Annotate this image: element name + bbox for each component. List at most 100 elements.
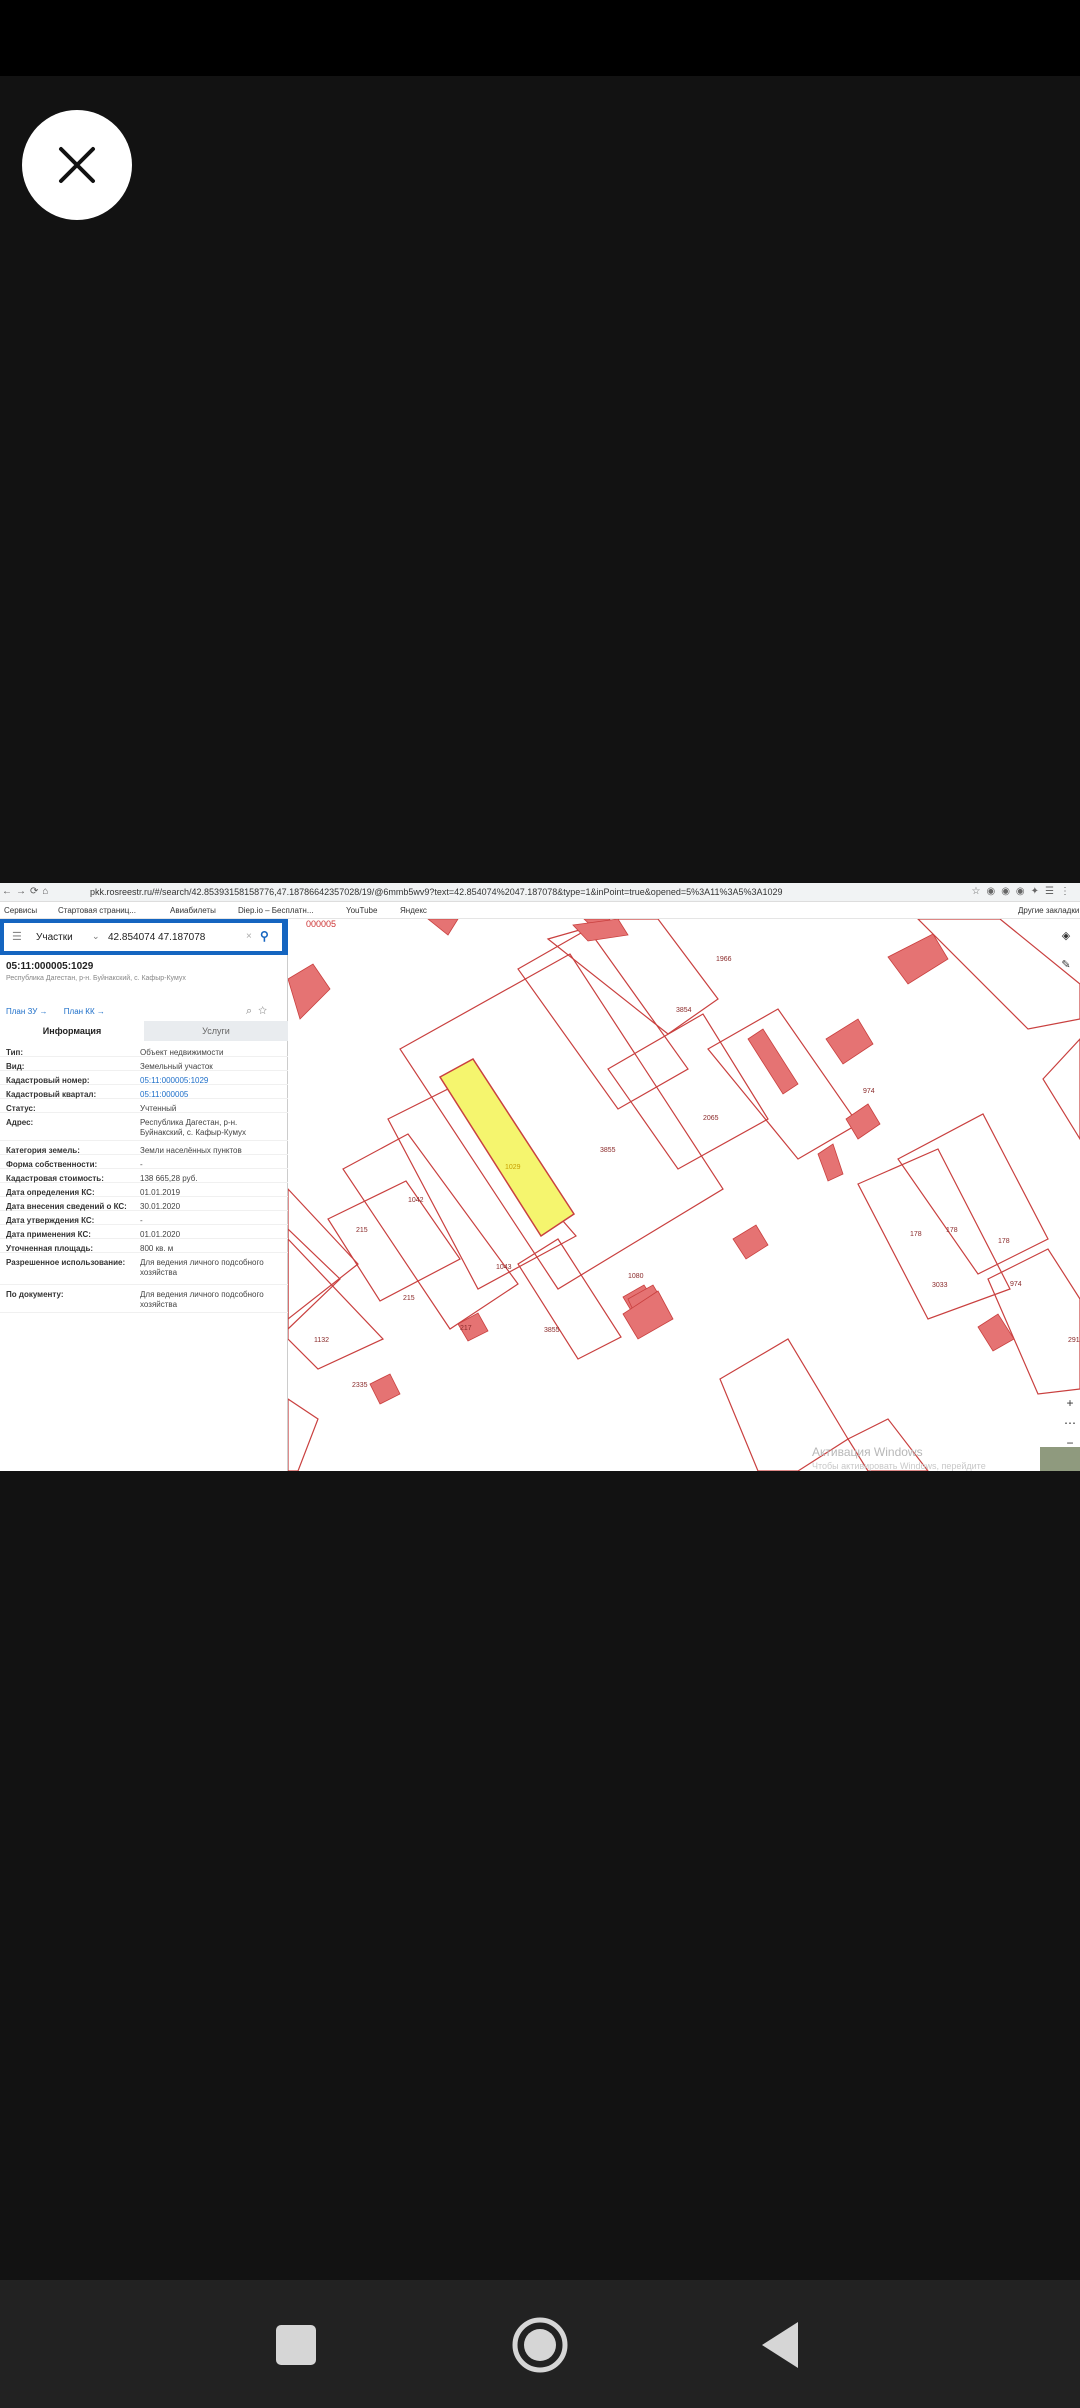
- parcel-label: 215: [403, 1295, 415, 1302]
- bookmark-youtube[interactable]: YouTube: [346, 906, 377, 915]
- tab-info[interactable]: Информация: [0, 1021, 144, 1041]
- bookmark-other[interactable]: Другие закладки: [1018, 906, 1079, 915]
- parcel-178[interactable]: [897, 1113, 1049, 1275]
- building-6[interactable]: [845, 1103, 881, 1140]
- bookmark-services[interactable]: Сервисы: [4, 906, 37, 915]
- parcel-label: 178: [946, 1227, 958, 1234]
- info-row: Дата применения КС: 01.01.2020: [0, 1225, 288, 1239]
- close-button[interactable]: [22, 110, 132, 220]
- building-15[interactable]: [977, 1313, 1015, 1352]
- info-row-key: По документу:: [6, 1290, 64, 1299]
- building-8[interactable]: [732, 1224, 769, 1260]
- info-row-key: Кадастровая стоимость:: [6, 1174, 104, 1183]
- info-row: Дата определения КС: 01.01.2019: [0, 1183, 288, 1197]
- parcel-1132[interactable]: [288, 1188, 359, 1320]
- bookmark-diep[interactable]: Diep.io – Бесплатн...: [238, 906, 314, 915]
- zoom-mid-button[interactable]: ⋯: [1062, 1413, 1078, 1433]
- bookmark-yandex[interactable]: Яндекс: [400, 906, 427, 915]
- building-1[interactable]: [427, 919, 459, 936]
- browser-nav-icons[interactable]: ←→⟳⌂: [2, 886, 52, 897]
- bookmark-avia[interactable]: Авиабилеты: [170, 906, 216, 915]
- layers-icon[interactable]: ◈: [1056, 929, 1076, 942]
- info-panel: ☰ Участки ⌄ 42.854074 47.187078 × ⚲ ‹ 05…: [0, 919, 296, 1471]
- parcel-bottom-left[interactable]: [288, 1398, 319, 1471]
- info-row: Уточненная площадь: 800 кв. м: [0, 1239, 288, 1253]
- zoom-controls: + ⋯ −: [1062, 1393, 1078, 1453]
- parcel-3855[interactable]: [399, 953, 724, 1290]
- parcel-215-b[interactable]: [327, 1180, 461, 1302]
- info-row: Кадастровая стоимость: 138 665,28 руб.: [0, 1169, 288, 1183]
- satellite-thumbnail[interactable]: [1040, 1447, 1080, 1471]
- parcel-title: 05:11:000005:1029: [6, 961, 94, 972]
- info-table: Тип: Объект недвижимости Вид: Земельный уча…: [0, 1043, 288, 1313]
- info-row-key: Дата внесения сведений о КС:: [6, 1202, 127, 1211]
- plan-kk-link[interactable]: План КК →: [64, 1007, 105, 1016]
- cadastral-map[interactable]: 1029 1043 1042 3855 215 215 1132 217 2335 3855 108…: [288, 919, 1080, 1471]
- zoom-in-button[interactable]: +: [1062, 1393, 1078, 1413]
- search-icon[interactable]: ⚲: [260, 929, 269, 943]
- parcel-right[interactable]: [1042, 1038, 1080, 1141]
- info-row: Статус: Учтенный: [0, 1099, 288, 1113]
- parcel-217[interactable]: [288, 1238, 385, 1370]
- map-canvas[interactable]: 1029 1043 1042 3855 215 215 1132 217 2335 3855 108…: [288, 919, 1080, 1471]
- info-row-key: Разрешенное использование:: [6, 1258, 126, 1267]
- parcel-label: 2065: [703, 1115, 719, 1122]
- parcel-215-a[interactable]: [342, 1133, 519, 1330]
- info-row: Форма собственности: -: [0, 1155, 288, 1169]
- parcel-974-a[interactable]: [857, 1148, 1011, 1320]
- parcel-1080[interactable]: [546, 919, 719, 1035]
- android-nav-bar: [0, 2280, 1080, 2408]
- ruler-icon[interactable]: ✎: [1056, 958, 1076, 971]
- info-row: Кадастровый номер: 05:11:000005:1029: [0, 1071, 288, 1085]
- home-circle-icon: [512, 2317, 568, 2373]
- parcel-2335[interactable]: [517, 1238, 622, 1360]
- plan-zu-link[interactable]: План ЗУ →: [6, 1007, 48, 1016]
- parcel-label: 974: [1010, 1281, 1022, 1288]
- building-14[interactable]: [369, 1373, 401, 1405]
- recents-button[interactable]: [256, 2310, 336, 2380]
- info-row: Адрес: Республика Дагестан, р-н. Буйнакск…: [0, 1113, 288, 1141]
- building-12[interactable]: [747, 1028, 799, 1095]
- info-row: По документу: Для ведения личного подсобн…: [0, 1285, 288, 1313]
- bookmarks-bar: Сервисы Стартовая страниц... Авиабилеты …: [0, 902, 1080, 919]
- search-input[interactable]: 42.854074 47.187078: [108, 932, 205, 943]
- parcel-3854[interactable]: [607, 1013, 769, 1170]
- url-text[interactable]: pkk.rosreestr.ru/#/search/42.85393158158…: [90, 887, 783, 897]
- search-box[interactable]: ☰ Участки ⌄ 42.854074 47.187078 × ⚲: [4, 923, 282, 951]
- chevron-down-icon[interactable]: ⌄: [92, 931, 100, 942]
- info-row-key: Категория земель:: [6, 1146, 80, 1155]
- home-button[interactable]: [500, 2310, 580, 2380]
- back-button[interactable]: [740, 2310, 820, 2380]
- parcel-label: 1132: [314, 1337, 329, 1344]
- bookmark-start[interactable]: Стартовая страниц...: [58, 906, 136, 915]
- zoom-to-icon[interactable]: ⌕: [246, 1005, 258, 1017]
- building-3[interactable]: [572, 919, 629, 942]
- panel-tabs: Информация Услуги: [0, 1021, 288, 1041]
- info-row-key: Уточненная площадь:: [6, 1244, 94, 1253]
- info-row-key: Тип:: [6, 1048, 23, 1057]
- building-0[interactable]: [288, 963, 331, 1020]
- back-triangle-icon: [762, 2322, 798, 2368]
- parcel-label: 974: [863, 1088, 875, 1095]
- parcel-label: 217: [460, 1325, 472, 1332]
- browser-extension-icons[interactable]: ☆◉◉◉✦☰⋮: [972, 886, 1077, 897]
- parcel-label: 3033: [932, 1282, 948, 1289]
- info-row-key: Дата утверждения КС:: [6, 1216, 95, 1225]
- tab-services[interactable]: Услуги: [144, 1021, 288, 1041]
- info-row: Категория земель: Земли населённых пункто…: [0, 1141, 288, 1155]
- star-icon[interactable]: ☆: [258, 1005, 273, 1017]
- info-row-key: Статус:: [6, 1104, 36, 1113]
- building-7[interactable]: [817, 1143, 844, 1182]
- selected-parcel-1029[interactable]: [438, 1058, 576, 1238]
- search-category[interactable]: Участки: [36, 932, 73, 943]
- parcel-label: 3854: [676, 1007, 692, 1014]
- windows-watermark: Активация Windows: [812, 1445, 923, 1459]
- building-5[interactable]: [825, 1018, 874, 1065]
- clear-icon[interactable]: ×: [246, 931, 252, 942]
- building-4[interactable]: [887, 933, 949, 985]
- info-row: Дата утверждения КС: -: [0, 1211, 288, 1225]
- menu-icon[interactable]: ☰: [12, 930, 22, 943]
- info-row: Тип: Объект недвижимости: [0, 1043, 288, 1057]
- parcel-1132-b[interactable]: [288, 1228, 341, 1330]
- parcel-1966[interactable]: [517, 928, 689, 1110]
